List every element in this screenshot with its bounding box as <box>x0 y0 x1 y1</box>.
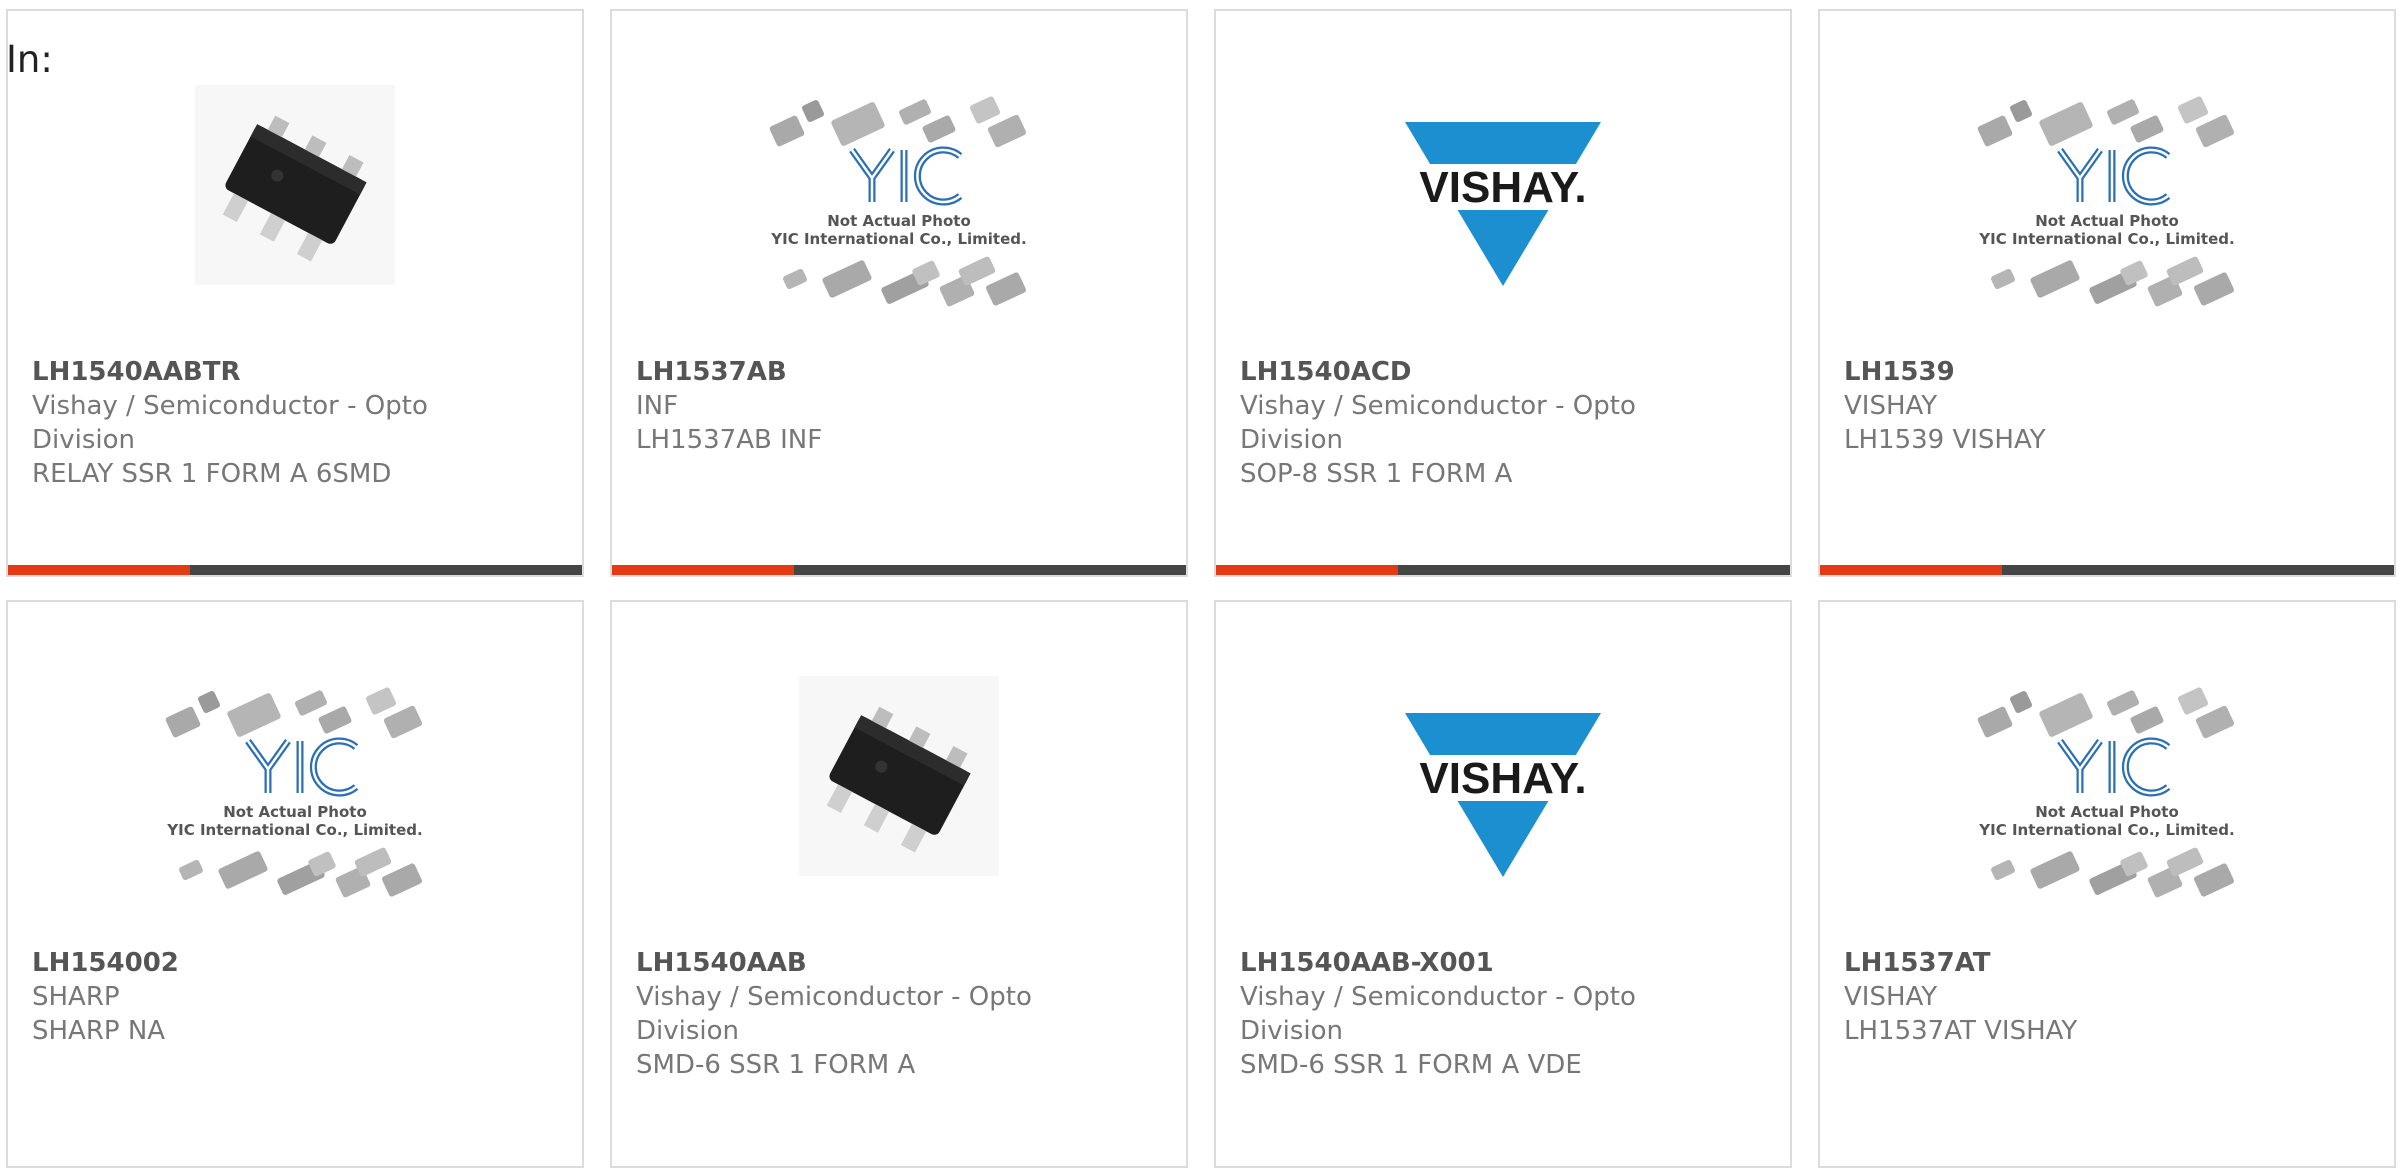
product-detail-line: LH1537AT VISHAY <box>1844 1016 2078 1046</box>
svg-text:YIC International Co., Limited: YIC International Co., Limited. <box>1978 821 2234 839</box>
card-accent-highlight <box>1820 565 2002 575</box>
product-detail-line: INF <box>636 391 679 421</box>
product-card[interactable]: VISHAY. LH1540ACD Vishay / Semiconductor … <box>1214 9 1792 577</box>
part-number-link[interactable]: LH1539 <box>1844 355 2284 389</box>
svg-text:Not Actual Photo: Not Actual Photo <box>2035 803 2179 821</box>
product-detail-line: SMD-6 SSR 1 FORM A VDE <box>1240 1050 1582 1080</box>
card-accent-highlight <box>612 565 794 575</box>
svg-text:Not Actual Photo: Not Actual Photo <box>2035 212 2179 230</box>
product-detail-line: SMD-6 SSR 1 FORM A <box>636 1050 916 1080</box>
product-detail-line: SHARP <box>32 982 120 1012</box>
filter-label: In: <box>6 38 53 81</box>
product-card[interactable]: Not Actual Photo YIC International Co., … <box>6 600 584 1168</box>
svg-text:VISHAY.: VISHAY. <box>1419 754 1586 803</box>
part-number-link[interactable]: LH1540AABTR <box>32 355 472 389</box>
chip-photo-icon[interactable] <box>155 77 435 293</box>
product-detail-line: Division <box>1240 1016 1344 1046</box>
svg-text:Not Actual Photo: Not Actual Photo <box>223 803 367 821</box>
product-card[interactable]: Not Actual Photo YIC International Co., … <box>610 9 1188 577</box>
product-detail-line: Vishay / Semiconductor - Opto <box>32 391 428 421</box>
product-info: LH1540AAB Vishay / Semiconductor - Opto Di… <box>636 946 1076 1082</box>
product-card[interactable]: Not Actual Photo YIC International Co., … <box>1818 9 2396 577</box>
svg-text:YIC International Co., Limited: YIC International Co., Limited. <box>770 230 1026 248</box>
card-accent-bar <box>612 565 1186 575</box>
product-detail-line: SOP-8 SSR 1 FORM A <box>1240 459 1513 489</box>
product-detail-line: Division <box>32 425 136 455</box>
product-detail-line: LH1537AB INF <box>636 425 823 455</box>
card-accent-bar <box>1216 565 1790 575</box>
part-number-link[interactable]: LH1540AAB-X001 <box>1240 946 1680 980</box>
card-accent-highlight <box>1216 565 1398 575</box>
part-number-link[interactable]: LH1537AB <box>636 355 1076 389</box>
product-detail-line: VISHAY <box>1844 391 1938 421</box>
yic-placeholder-icon[interactable]: Not Actual Photo YIC International Co., … <box>759 96 1039 315</box>
svg-text:VISHAY.: VISHAY. <box>1419 163 1586 212</box>
yic-placeholder-icon[interactable]: Not Actual Photo YIC International Co., … <box>155 687 435 906</box>
product-info: LH1539 VISHAY LH1539 VISHAY <box>1844 355 2284 457</box>
vishay-logo-icon[interactable]: VISHAY. <box>1363 97 1643 313</box>
part-number-link[interactable]: LH1540AAB <box>636 946 1076 980</box>
svg-text:Not Actual Photo: Not Actual Photo <box>827 212 971 230</box>
part-number-link[interactable]: LH154002 <box>32 946 472 980</box>
card-accent-highlight <box>8 565 190 575</box>
product-detail-line: Vishay / Semiconductor - Opto <box>1240 391 1636 421</box>
product-info: LH154002 SHARP SHARP NA <box>32 946 472 1048</box>
vishay-logo-icon[interactable]: VISHAY. <box>1363 688 1643 904</box>
part-number-link[interactable]: LH1537AT <box>1844 946 2284 980</box>
product-detail-line: Vishay / Semiconductor - Opto <box>1240 982 1636 1012</box>
product-detail-line: SHARP NA <box>32 1016 166 1046</box>
product-card[interactable]: VISHAY. LH1540AAB-X001 Vishay / Semicondu… <box>1214 600 1792 1168</box>
product-detail-line: VISHAY <box>1844 982 1938 1012</box>
yic-placeholder-icon[interactable]: Not Actual Photo YIC International Co., … <box>1967 96 2247 315</box>
part-number-link[interactable]: LH1540ACD <box>1240 355 1680 389</box>
product-card[interactable]: Not Actual Photo YIC International Co., … <box>1818 600 2396 1168</box>
product-info: LH1540AABTR Vishay / Semiconductor - Opto… <box>32 355 472 491</box>
product-card[interactable]: LH1540AAB Vishay / Semiconductor - Opto Di… <box>610 600 1188 1168</box>
product-detail-line: Division <box>636 1016 740 1046</box>
yic-placeholder-icon[interactable]: Not Actual Photo YIC International Co., … <box>1967 687 2247 906</box>
product-card[interactable]: LH1540AABTR Vishay / Semiconductor - Opto… <box>6 9 584 577</box>
product-detail-line: Vishay / Semiconductor - Opto <box>636 982 1032 1012</box>
product-detail-line: LH1539 VISHAY <box>1844 425 2046 455</box>
product-detail-line: Division <box>1240 425 1344 455</box>
card-accent-bar <box>1820 565 2394 575</box>
product-info: LH1537AB INF LH1537AB INF <box>636 355 1076 457</box>
chip-photo-icon[interactable] <box>759 668 1039 884</box>
card-accent-bar <box>8 565 582 575</box>
product-detail-line: RELAY SSR 1 FORM A 6SMD <box>32 459 392 489</box>
product-info: LH1537AT VISHAY LH1537AT VISHAY <box>1844 946 2284 1048</box>
svg-text:YIC International Co., Limited: YIC International Co., Limited. <box>1978 230 2234 248</box>
product-info: LH1540ACD Vishay / Semiconductor - Opto Di… <box>1240 355 1680 491</box>
svg-text:YIC International Co., Limited: YIC International Co., Limited. <box>166 821 422 839</box>
product-info: LH1540AAB-X001 Vishay / Semiconductor - O… <box>1240 946 1680 1082</box>
